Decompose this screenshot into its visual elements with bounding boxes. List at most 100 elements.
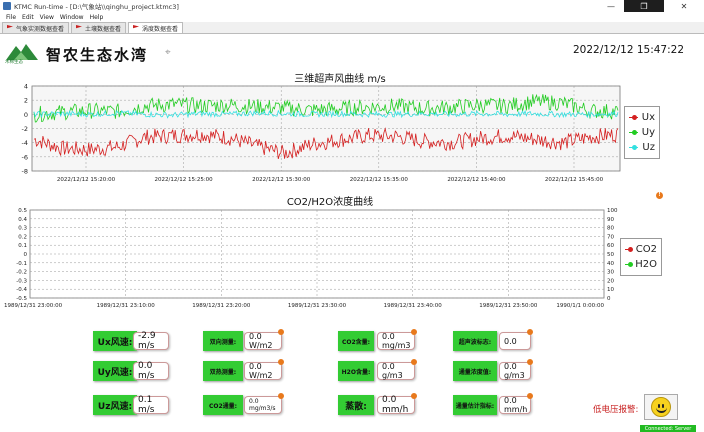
metric-label: 蒸散:: [338, 395, 374, 415]
metric-label: 双向测量:: [203, 331, 243, 351]
metric-value: 0.0 W/m2: [244, 359, 284, 380]
legend-item-h2o: H2O: [625, 257, 657, 272]
legend-marker: [625, 261, 634, 268]
menu-edit[interactable]: Edit: [22, 14, 34, 21]
tab-weather-data[interactable]: 气象实测数据查看: [2, 22, 70, 33]
metric-value: 0.1 m/s: [133, 395, 169, 415]
wind-chart: 4 2 0 -2 -4 -6 -8 2022/12/12 15:20:00 2022/12/12…: [22, 83, 621, 183]
metric-label: CO2含量:: [338, 331, 374, 351]
legend-label: Uy: [641, 127, 655, 138]
wind-chart-legend: Ux Uy Uz: [624, 106, 660, 159]
metric-label: Uz风速:: [93, 395, 137, 415]
y-tick-label: -4: [22, 139, 28, 147]
y-tick-label-left: 0.5: [18, 208, 27, 214]
metric-value-text: 0.0 mg/m3/s: [249, 398, 276, 412]
x-tick-label: 1989/12/31 23:30:00: [288, 303, 347, 309]
alert-badge-icon: [411, 359, 417, 365]
minimize-button[interactable]: —: [598, 0, 624, 12]
metric-label: 超声波标志:: [453, 331, 497, 351]
menu-file[interactable]: File: [6, 14, 16, 21]
alert-badge-icon: [278, 329, 284, 335]
menu-view[interactable]: View: [40, 14, 54, 21]
tab-eddy-data[interactable]: 涡度数据查看: [128, 22, 184, 33]
menu-window[interactable]: Window: [60, 14, 84, 21]
legend-label: Uz: [642, 142, 655, 153]
y-tick-label: -8: [22, 168, 28, 176]
y-tick-label-left: 0.1: [18, 243, 27, 249]
x-tick-label: 1989/12/31 23:00:00: [4, 303, 63, 309]
alert-badge-icon: [411, 393, 417, 399]
y-tick-label: -6: [22, 153, 28, 161]
legend-item-uz: Uz: [629, 140, 655, 155]
window-titlebar: KTMC Run-time - [D:\气象站\\qinghu_project.…: [0, 0, 704, 12]
metric-value: 0.0 g/m3: [499, 359, 533, 380]
legend-marker: [629, 129, 638, 136]
brand-title: 智农生态水湾: [46, 46, 149, 64]
metric-value-text: 0.0 g/m3: [382, 362, 403, 380]
y-tick-label-right: 50: [607, 252, 614, 258]
metric-value-text: 0.0 mm/h: [382, 395, 409, 415]
metric-value: 0.0 m/s: [133, 361, 169, 381]
tab-soil-data[interactable]: 土壤数据查看: [71, 22, 127, 33]
alert-badge-icon: [527, 329, 533, 335]
legend-item-uy: Uy: [629, 125, 655, 140]
y-tick-label-left: -0.2: [16, 270, 27, 276]
y-tick-label-left: 0.4: [18, 217, 27, 223]
y-tick-label: 2: [24, 97, 28, 105]
y-tick-label: 4: [24, 83, 28, 91]
metric-value: 0.0 mm/h: [377, 393, 417, 415]
y-tick-label: -2: [22, 125, 28, 133]
metric-label: Uy风速:: [93, 361, 137, 381]
metric-value-text: 0.0 W/m2: [249, 362, 273, 380]
legend-item-ux: Ux: [629, 110, 655, 125]
y-tick-label-right: 20: [607, 278, 614, 284]
x-tick-label: 1989/12/31 23:20:00: [192, 303, 251, 309]
y-tick-label: 0: [24, 111, 28, 119]
x-tick-label: 2022/12/12 15:20:00: [57, 177, 116, 183]
alarm-status-indicator[interactable]: [644, 394, 678, 420]
metric-value-text: 0.0 m/s: [138, 361, 155, 381]
tab-bar: 气象实测数据查看 土壤数据查看 涡度数据查看: [0, 22, 704, 34]
x-tick-label: 2022/12/12 15:35:00: [350, 177, 409, 183]
close-button[interactable]: ✕: [664, 0, 704, 12]
metric-value: -2.9 m/s: [133, 331, 169, 351]
metric-value-text: 0.0: [504, 336, 517, 346]
smiley-icon: [651, 397, 671, 417]
y-tick-label-right: 30: [607, 270, 614, 276]
alert-badge-icon: [411, 329, 417, 335]
app-icon: [3, 2, 11, 10]
flag-icon: [133, 25, 140, 29]
metric-label: 双热测量:: [203, 361, 243, 381]
y-tick-label-right: 70: [607, 234, 614, 240]
y-tick-label-left: -0.1: [16, 261, 27, 267]
legend-marker: [625, 246, 633, 253]
alert-badge-icon: [278, 393, 284, 399]
x-tick-label: 2022/12/12 15:45:00: [545, 177, 604, 183]
legend-label: H2O: [635, 259, 657, 270]
window-title: KTMC Run-time - [D:\气象站\\qinghu_project.…: [14, 3, 179, 11]
legend-label: Ux: [641, 112, 655, 123]
y-tick-label-left: -0.4: [16, 287, 27, 293]
x-tick-label: 1990/1/1 0:00:00: [556, 303, 604, 309]
logo-text: 木棉生态: [5, 60, 23, 65]
connection-status: Connected: Server: [640, 425, 696, 432]
menu-help[interactable]: Help: [90, 14, 104, 21]
y-tick-label-right: 100: [607, 208, 618, 214]
y-tick-label-left: 0.3: [18, 226, 27, 232]
y-tick-label-right: 60: [607, 243, 614, 249]
y-tick-label-right: 0: [607, 296, 611, 302]
metric-value: 0.0: [499, 329, 533, 350]
info-icon[interactable]: !: [656, 192, 663, 199]
alert-badge-icon: [527, 359, 533, 365]
y-tick-label-left: 0.2: [18, 234, 27, 240]
metric-label: CO2通量:: [203, 395, 243, 415]
metric-value-text: 0.0 mm/h: [504, 396, 528, 414]
metric-value: 0.0 g/m3: [377, 359, 417, 380]
alert-badge-icon: [527, 393, 533, 399]
restore-button[interactable]: ❐: [624, 0, 664, 12]
metric-label: H2O含量:: [338, 361, 374, 381]
menu-bar: File Edit View Window Help: [0, 12, 704, 22]
low-voltage-alarm-label: 低电压报警:: [593, 405, 639, 415]
metric-value-text: 0.1 m/s: [138, 395, 155, 415]
metric-value: 0.0 mg/m3/s: [244, 393, 284, 414]
